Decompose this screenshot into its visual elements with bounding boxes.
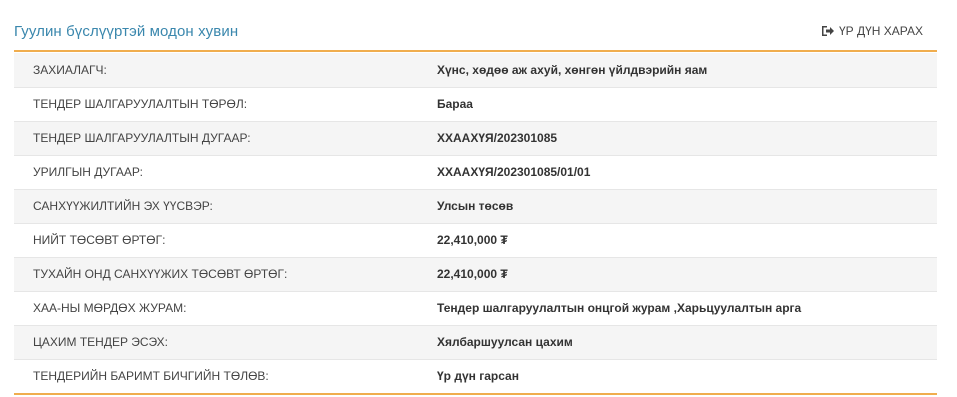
table-row: ЗАХИАЛАГЧ: Хүнс, хөдөө аж ахуй, хөнгөн үй…: [14, 53, 937, 87]
row-value: Хялбаршуулсан цахим: [417, 324, 937, 359]
row-label: ЦАХИМ ТЕНДЕР ЭСЭХ:: [14, 324, 417, 359]
row-value: Үр дүн гарсан: [417, 358, 937, 393]
table-row: УРИЛГЫН ДУГААР: ХХААХҮЯ/202301085/01/01: [14, 154, 937, 189]
row-value: ХХААХҮЯ/202301085/01/01: [417, 154, 937, 189]
row-label: ТЕНДЕР ШАЛГАРУУЛАЛТЫН ДУГААР:: [14, 120, 417, 155]
row-value: Тендер шалгаруулалтын онцгой журам ,Харь…: [417, 290, 937, 325]
row-label: ЗАХИАЛАГЧ:: [33, 62, 107, 77]
row-label: УРИЛГЫН ДУГААР:: [14, 154, 417, 189]
bottom-divider: [14, 393, 937, 395]
table-row: НИЙТ ТӨСӨВТ ӨРТӨГ: 22,410,000 ₮: [14, 222, 937, 257]
row-label: ТЕНДЕРИЙН БАРИМТ БИЧГИЙН ТӨЛӨВ:: [14, 358, 417, 393]
tender-info-table: ЗАХИАЛАГЧ: Хүнс, хөдөө аж ахуй, хөнгөн үй…: [14, 53, 937, 393]
row-label: ХАА-НЫ МӨРДӨХ ЖУРАМ:: [14, 290, 417, 325]
table-row: ТЕНДЕР ШАЛГАРУУЛАЛТЫН ДУГААР: ХХААХҮЯ/202…: [14, 120, 937, 155]
row-label: ТЕНДЕР ШАЛГАРУУЛАЛТЫН ТӨРӨЛ:: [14, 86, 417, 121]
view-result-link[interactable]: ҮР ДҮН ХАРАХ: [821, 24, 923, 38]
row-label: ТУХАЙН ОНД САНХҮҮЖИХ ТӨСӨВТ ӨРТӨГ:: [14, 256, 417, 291]
row-value: Хүнс, хөдөө аж ахуй, хөнгөн үйлдвэрийн я…: [437, 62, 708, 77]
row-value: 22,410,000 ₮: [417, 256, 937, 291]
table-row: ТУХАЙН ОНД САНХҮҮЖИХ ТӨСӨВТ ӨРТӨГ: 22,410…: [14, 256, 937, 291]
table-row: ХАА-НЫ МӨРДӨХ ЖУРАМ: Тендер шалгаруулалты…: [14, 290, 937, 325]
row-value: 22,410,000 ₮: [417, 222, 937, 257]
table-row: ЦАХИМ ТЕНДЕР ЭСЭХ: Хялбаршуулсан цахим: [14, 324, 937, 359]
table-row: САНХҮҮЖИЛТИЙН ЭХ ҮҮСВЭР: Улсын төсөв: [14, 188, 937, 223]
table-row: ТЕНДЕР ШАЛГАРУУЛАЛТЫН ТӨРӨЛ: Бараа: [14, 86, 937, 121]
tender-info-panel: Гуулин бүслүүртэй модон хувин ҮР ДҮН ХАР…: [0, 0, 957, 397]
row-value: Бараа: [417, 86, 937, 121]
table-row: ТЕНДЕРИЙН БАРИМТ БИЧГИЙН ТӨЛӨВ: Үр дүн га…: [14, 358, 937, 393]
sign-out-icon: [821, 25, 835, 37]
row-label: НИЙТ ТӨСӨВТ ӨРТӨГ:: [14, 222, 417, 257]
row-value: Улсын төсөв: [417, 188, 937, 223]
view-result-label: ҮР ДҮН ХАРАХ: [838, 24, 923, 38]
panel-header: Гуулин бүслүүртэй модон хувин ҮР ДҮН ХАР…: [14, 16, 937, 52]
row-value: ХХААХҮЯ/202301085: [417, 120, 937, 155]
panel-title: Гуулин бүслүүртэй модон хувин: [14, 23, 239, 40]
row-label: САНХҮҮЖИЛТИЙН ЭХ ҮҮСВЭР:: [14, 188, 417, 223]
